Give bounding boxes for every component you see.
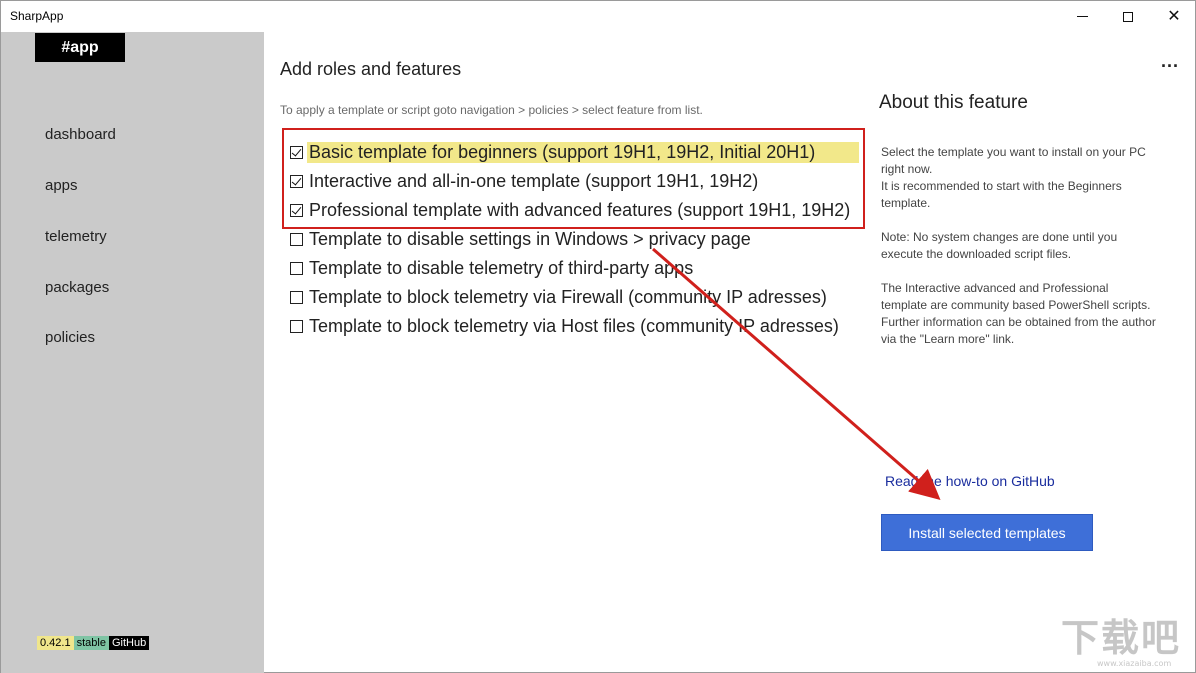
checkbox-checked-icon[interactable] (290, 146, 303, 159)
feature-item[interactable]: Template to disable settings in Windows … (290, 225, 859, 254)
feature-item[interactable]: Template to block telemetry via Host fil… (290, 312, 859, 341)
feature-item[interactable]: Basic template for beginners (support 19… (290, 138, 860, 167)
app-window: SharpApp ✕ #app dashboard apps telemetry… (0, 0, 1196, 673)
feature-label: Template to block telemetry via Host fil… (309, 316, 839, 336)
title-bar: SharpApp ✕ (1, 1, 1195, 32)
site-watermark: 下载吧 www.xiazaiba.com (1061, 607, 1193, 671)
navigation-hint: To apply a template or script goto navig… (280, 103, 703, 117)
about-paragraph: The Interactive advanced and Professiona… (881, 281, 1156, 346)
checkbox-icon[interactable] (290, 233, 303, 246)
version-badges: 0.42.1 stable GitHub (37, 636, 150, 650)
watermark-url: www.xiazaiba.com (1097, 659, 1172, 668)
feature-label: Professional template with advanced feat… (309, 200, 851, 220)
about-paragraph: Note: No system changes are done until y… (881, 230, 1118, 261)
checkbox-icon[interactable] (290, 262, 303, 275)
version-badge: 0.42.1 (37, 636, 74, 650)
checkbox-checked-icon[interactable] (290, 175, 303, 188)
about-paragraph: Select the template you want to install … (881, 145, 1146, 210)
feature-label: Basic template for beginners (support 19… (307, 142, 860, 163)
feature-item[interactable]: Interactive and all-in-one template (sup… (290, 167, 859, 196)
more-options-icon[interactable]: ... (1161, 51, 1179, 72)
sidebar-item-packages[interactable]: packages (45, 279, 109, 296)
close-button[interactable]: ✕ (1151, 1, 1196, 32)
install-selected-button[interactable]: Install selected templates (881, 514, 1093, 551)
minimize-icon (1076, 16, 1088, 17)
feature-item[interactable]: Template to block telemetry via Firewall… (290, 283, 859, 312)
app-brand[interactable]: #app (35, 33, 125, 62)
maximize-icon (1123, 11, 1133, 22)
window-title: SharpApp (10, 9, 64, 23)
about-description: Select the template you want to install … (881, 144, 1156, 365)
page-title: Add roles and features (280, 59, 462, 79)
minimize-button[interactable] (1059, 1, 1105, 32)
about-title: About this feature (879, 92, 1028, 113)
feature-label: Template to disable telemetry of third-p… (309, 258, 694, 278)
feature-label: Interactive and all-in-one template (sup… (309, 171, 759, 191)
maximize-button[interactable] (1105, 1, 1151, 32)
sidebar-item-telemetry[interactable]: telemetry (45, 228, 107, 245)
checkbox-icon[interactable] (290, 320, 303, 333)
github-badge[interactable]: GitHub (108, 636, 150, 650)
feature-list: Basic template for beginners (support 19… (290, 138, 860, 341)
feature-item[interactable]: Template to disable telemetry of third-p… (290, 254, 859, 283)
checkbox-icon[interactable] (290, 291, 303, 304)
checkbox-checked-icon[interactable] (290, 204, 303, 217)
sidebar-item-apps[interactable]: apps (45, 177, 78, 194)
github-howto-link[interactable]: Read the how-to on GitHub (885, 473, 1055, 489)
feature-item[interactable]: Professional template with advanced feat… (290, 196, 859, 225)
feature-label: Template to block telemetry via Firewall… (309, 287, 827, 307)
sidebar: #app dashboard apps telemetry packages p… (1, 32, 264, 673)
feature-label: Template to disable settings in Windows … (309, 229, 751, 249)
sidebar-item-policies[interactable]: policies (45, 329, 95, 346)
watermark-text: 下载吧 (1061, 616, 1182, 660)
close-icon: ✕ (1167, 7, 1181, 25)
channel-badge: stable (73, 636, 109, 650)
sidebar-item-dashboard[interactable]: dashboard (45, 126, 116, 143)
